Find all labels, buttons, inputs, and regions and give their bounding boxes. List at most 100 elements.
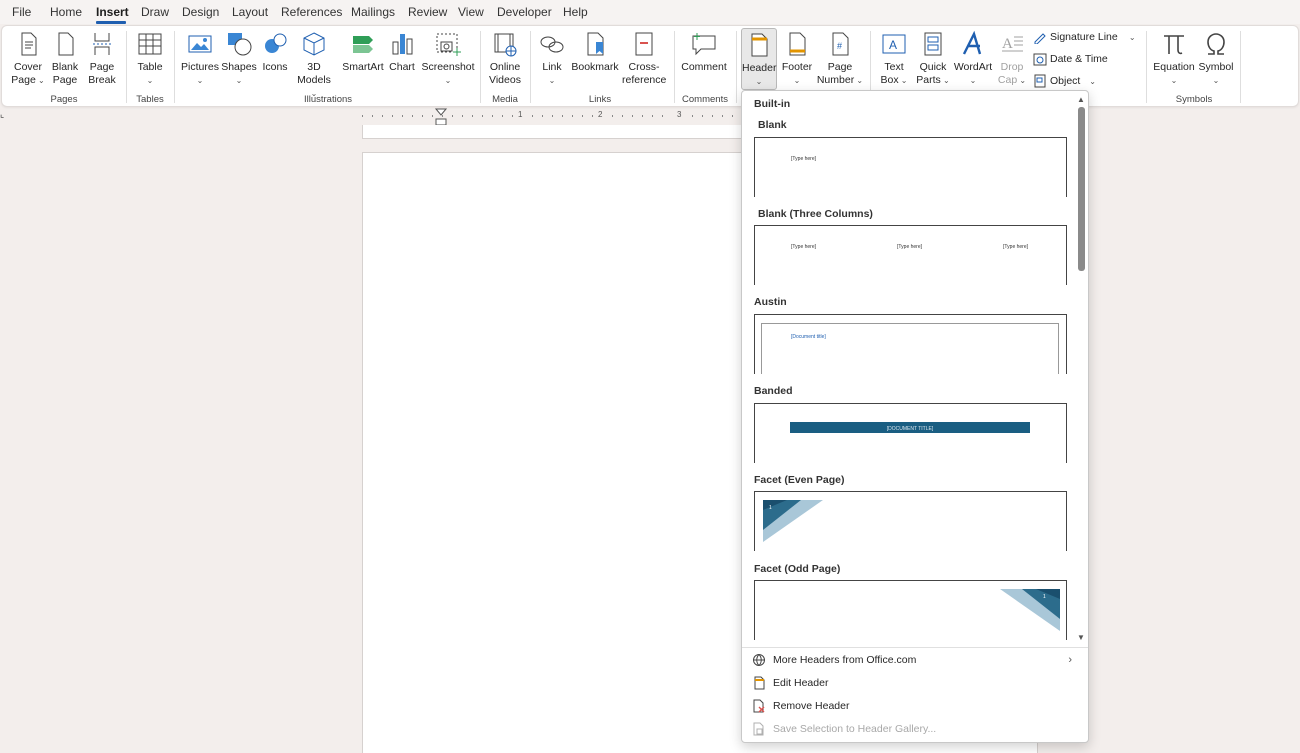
gallery-item-facet-odd[interactable]: 1	[754, 580, 1067, 640]
gallery-scrollbar[interactable]: ▲ ▼	[1074, 93, 1088, 644]
ruler-number: 3	[677, 110, 682, 119]
ruler-tick	[542, 115, 543, 117]
scroll-down-arrow[interactable]: ▼	[1077, 633, 1085, 642]
drop-cap-button[interactable]: A Drop Cap ⌄	[996, 30, 1028, 87]
gallery-item-blank[interactable]: [Type here]	[754, 137, 1067, 197]
signature-line-button[interactable]: Signature Line ⌄	[1033, 28, 1136, 46]
ruler-tick	[412, 115, 413, 117]
facet-graphic	[1000, 589, 1060, 631]
indent-marker[interactable]	[435, 108, 447, 126]
group-label-illustrations: Illustrations	[303, 94, 353, 105]
screenshot-button[interactable]: Screenshot ⌄	[420, 30, 476, 87]
ruler-tick	[402, 115, 403, 117]
gallery-item-austin[interactable]: [Document title]	[754, 314, 1067, 374]
header-button[interactable]: Header ⌄	[741, 28, 777, 90]
gallery-item-blank-three-columns[interactable]: [Type here] [Type here] [Type here]	[754, 225, 1067, 285]
scrollbar-thumb[interactable]	[1078, 107, 1085, 271]
bookmark-icon	[587, 32, 604, 56]
cross-reference-icon	[635, 32, 653, 56]
ruler-tick	[692, 115, 693, 117]
page-number-button[interactable]: # Page Number ⌄	[816, 30, 864, 87]
object-button[interactable]: Object ⌄	[1033, 72, 1096, 90]
pictures-icon	[188, 35, 212, 53]
ruler-tick	[462, 115, 463, 117]
facet-graphic	[763, 500, 823, 542]
edit-header-icon	[754, 676, 765, 690]
chart-button[interactable]: Chart	[386, 30, 418, 74]
gallery-item-banded[interactable]: [DOCUMENT TITLE]	[754, 403, 1067, 463]
smartart-button[interactable]: SmartArt	[340, 30, 386, 74]
menu-divider	[742, 647, 1088, 648]
group-label-pages: Pages	[50, 94, 78, 105]
gallery-item-facet-even[interactable]: 1	[754, 491, 1067, 551]
tab-home[interactable]: Home	[50, 5, 82, 19]
shapes-button[interactable]: Shapes ⌄	[220, 30, 258, 87]
group-separator	[530, 31, 531, 103]
footer-button[interactable]: Footer ⌄	[780, 30, 814, 87]
tab-selector[interactable]: ⌞	[0, 109, 10, 123]
remove-header-menu-item[interactable]: Remove Header	[752, 695, 1082, 717]
calendar-icon	[1033, 53, 1047, 66]
tab-mailings[interactable]: Mailings	[351, 5, 395, 19]
table-button[interactable]: Table ⌄	[132, 30, 168, 87]
gallery-item-title: Austin	[754, 296, 787, 308]
tab-developer[interactable]: Developer	[497, 5, 552, 19]
ribbon: Cover Page ⌄ Blank Page Page Break Pages…	[1, 25, 1299, 107]
ruler-tick	[512, 115, 513, 117]
blank-page-button[interactable]: Blank Page	[48, 30, 82, 87]
group-separator	[174, 31, 175, 103]
group-separator	[1240, 31, 1241, 103]
wordart-button[interactable]: WordArt ⌄	[952, 30, 994, 87]
ruler-tick	[612, 115, 613, 117]
edit-header-menu-item[interactable]: Edit Header	[752, 672, 1082, 694]
tab-insert[interactable]: Insert	[96, 5, 129, 19]
cross-reference-button[interactable]: Cross- reference	[622, 30, 666, 87]
ruler-tick	[552, 115, 553, 117]
wordart-icon	[962, 30, 982, 55]
page-break-icon	[93, 33, 111, 55]
text-box-button[interactable]: A Text Box ⌄	[876, 30, 912, 87]
gallery-item-title: Facet (Even Page)	[754, 474, 845, 486]
gallery-section-title: Built-in	[754, 98, 791, 110]
quick-parts-button[interactable]: Quick Parts ⌄	[914, 30, 952, 87]
comment-button[interactable]: Comment	[678, 30, 730, 74]
page-number-text: 1	[1043, 594, 1046, 600]
banded-bar: [DOCUMENT TITLE]	[790, 422, 1030, 433]
link-button[interactable]: Link ⌄	[536, 30, 568, 87]
group-label-symbols: Symbols	[1175, 94, 1213, 105]
cover-page-icon	[21, 32, 37, 56]
save-to-gallery-icon	[753, 722, 764, 736]
tab-help[interactable]: Help	[563, 5, 588, 19]
tab-draw[interactable]: Draw	[141, 5, 169, 19]
cover-page-button[interactable]: Cover Page ⌄	[8, 30, 48, 87]
icons-button[interactable]: Icons	[258, 30, 292, 74]
more-headers-menu-item[interactable]: More Headers from Office.com ›	[752, 649, 1082, 671]
smartart-icon	[353, 36, 373, 53]
scroll-up-arrow[interactable]: ▲	[1077, 95, 1085, 104]
equation-button[interactable]: Equation ⌄	[1152, 30, 1196, 87]
gallery-item-title: Banded	[754, 385, 793, 397]
globe-icon	[753, 654, 765, 667]
tab-file[interactable]: File	[12, 5, 31, 19]
ruler-tick	[362, 115, 363, 117]
page-break-button[interactable]: Page Break	[84, 30, 120, 87]
page-number-text: 1	[769, 505, 772, 511]
tab-design[interactable]: Design	[182, 5, 219, 19]
pictures-button[interactable]: Pictures ⌄	[180, 30, 220, 87]
save-selection-menu-item[interactable]: Save Selection to Header Gallery...	[752, 718, 1082, 740]
horizontal-ruler[interactable]: 1 2 3	[362, 108, 742, 126]
tab-review[interactable]: Review	[408, 5, 447, 19]
3d-models-button[interactable]: 3D Models ⌄	[294, 30, 334, 100]
link-icon	[540, 36, 564, 53]
ruler-tick	[382, 115, 383, 117]
omega-icon	[1207, 33, 1225, 55]
tab-references[interactable]: References	[281, 5, 342, 19]
group-separator	[736, 31, 737, 103]
bookmark-button[interactable]: Bookmark	[570, 30, 620, 74]
date-time-button[interactable]: Date & Time	[1033, 50, 1108, 68]
online-videos-button[interactable]: Online Videos	[485, 30, 525, 87]
symbol-button[interactable]: Symbol ⌄	[1198, 30, 1234, 87]
tab-layout[interactable]: Layout	[232, 5, 268, 19]
online-video-icon	[494, 33, 517, 57]
tab-view[interactable]: View	[458, 5, 484, 19]
